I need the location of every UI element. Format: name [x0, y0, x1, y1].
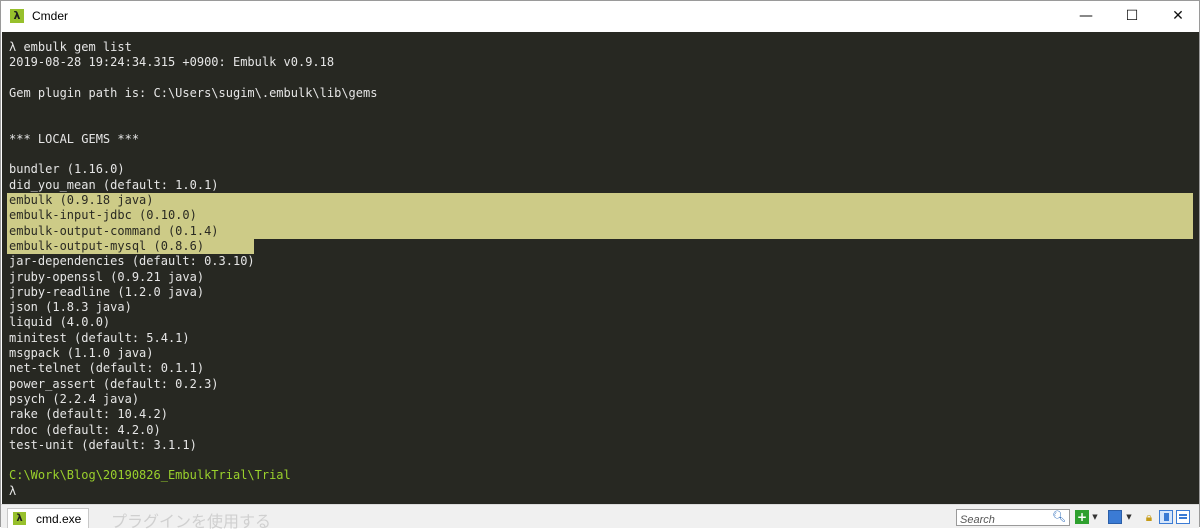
- terminal-line: embulk (0.9.18 java): [9, 193, 154, 207]
- lock-icon[interactable]: 🔒︎: [1142, 510, 1156, 524]
- menu-icon[interactable]: [1176, 510, 1190, 524]
- terminal-line: embulk-output-mysql (0.8.6): [9, 238, 205, 253]
- terminal-line: Gem plugin path is: C:\Users\sugim\.embu…: [9, 85, 378, 100]
- terminal-line: liquid (4.0.0): [9, 315, 111, 330]
- terminal-line: rake (default: 10.4.2): [9, 407, 168, 422]
- cmder-window: λ Cmder — ☐ ✕ λ embulk gem list 2019-08-2…: [0, 0, 1200, 531]
- terminal-line: jar-dependencies (default: 0.3.10): [9, 254, 255, 269]
- status-bar: λ cmd.exe プラグインを使用する 🔍︎ + ▼ ▼ 🔒︎: [1, 504, 1199, 531]
- terminal-line: power_assert (default: 0.2.3): [9, 376, 219, 391]
- tab-cmd-exe[interactable]: λ cmd.exe: [7, 508, 89, 528]
- terminal-line: jruby-openssl (0.9.21 java): [9, 269, 205, 284]
- terminal-line: 2019-08-28 19:24:34.315 +0900: Embulk v0…: [9, 55, 335, 70]
- search-icon[interactable]: 🔍︎: [1052, 510, 1066, 523]
- split-view-icon[interactable]: [1159, 510, 1173, 524]
- terminal-line: embulk-output-command (0.1.4): [9, 223, 219, 238]
- terminal-line: net-telnet (default: 0.1.1): [9, 361, 205, 376]
- terminal-line: jruby-readline (1.2.0 java): [9, 284, 205, 299]
- terminal-line: λ embulk gem list: [9, 40, 132, 54]
- terminal-line: embulk-input-jdbc (0.10.0): [9, 208, 197, 223]
- lambda-app-icon: λ: [10, 9, 24, 23]
- terminal-line: rdoc (default: 4.2.0): [9, 422, 161, 437]
- search-box[interactable]: 🔍︎: [956, 509, 1070, 528]
- tab-label: cmd.exe: [36, 512, 82, 526]
- terminal-line: json (1.8.3 java): [9, 300, 132, 315]
- terminal-line: did_you_mean (default: 1.0.1): [9, 177, 219, 192]
- terminal-console[interactable]: λ embulk gem list 2019-08-28 19:24:34.315…: [2, 32, 1199, 504]
- terminal-line: bundler (1.16.0): [9, 162, 125, 177]
- minimize-button[interactable]: —: [1063, 1, 1109, 32]
- maximize-button[interactable]: ☐: [1109, 1, 1155, 32]
- chevron-down-icon[interactable]: ▼: [1091, 510, 1099, 524]
- add-console-icon[interactable]: +: [1075, 510, 1089, 524]
- lambda-icon: λ: [13, 512, 26, 525]
- background-ghost-text: プラグインを使用する: [111, 512, 272, 531]
- chevron-down-icon[interactable]: ▼: [1125, 510, 1133, 524]
- selection-highlight: [7, 193, 1193, 209]
- close-button[interactable]: ✕: [1155, 1, 1200, 32]
- terminal-line: psych (2.2.4 java): [9, 391, 140, 406]
- terminal-line: *** LOCAL GEMS ***: [9, 131, 140, 146]
- window-title: Cmder: [32, 9, 69, 23]
- terminal-line: minitest (default: 5.4.1): [9, 330, 190, 345]
- terminal-line: C:\Work\Blog\20190826_EmbulkTrial\Trial: [9, 468, 291, 483]
- title-bar[interactable]: λ Cmder — ☐ ✕: [1, 1, 1199, 32]
- search-input[interactable]: [957, 512, 1053, 528]
- view-icon[interactable]: [1108, 510, 1122, 524]
- terminal-line: msgpack (1.1.0 java): [9, 346, 154, 360]
- terminal-line: test-unit (default: 3.1.1): [9, 437, 197, 452]
- command-prompt: λ: [9, 483, 17, 498]
